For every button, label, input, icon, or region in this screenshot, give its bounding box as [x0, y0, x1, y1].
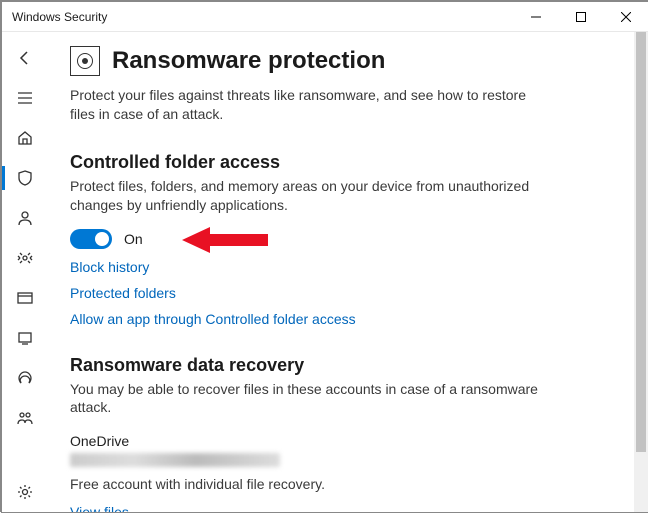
maximize-button[interactable] [558, 2, 603, 32]
protected-folders-link[interactable]: Protected folders [70, 285, 610, 301]
minimize-button[interactable] [513, 2, 558, 32]
cfa-heading: Controlled folder access [70, 152, 610, 173]
menu-button[interactable] [2, 78, 48, 118]
firewall-network-nav[interactable] [2, 238, 48, 278]
virus-protection-nav[interactable] [2, 158, 48, 198]
close-button[interactable] [603, 2, 648, 32]
recovery-account-redacted [70, 453, 280, 467]
recovery-provider-note: Free account with individual file recove… [70, 475, 550, 494]
recovery-description: You may be able to recover files in thes… [70, 380, 550, 418]
app-browser-control-nav[interactable] [2, 278, 48, 318]
sidebar [2, 32, 48, 512]
device-security-nav[interactable] [2, 318, 48, 358]
main-content: Ransomware protection Protect your files… [48, 32, 648, 512]
recovery-heading: Ransomware data recovery [70, 355, 610, 376]
account-protection-nav[interactable] [2, 198, 48, 238]
cfa-description: Protect files, folders, and memory areas… [70, 177, 550, 215]
block-history-link[interactable]: Block history [70, 259, 610, 275]
scrollbar[interactable] [634, 32, 648, 512]
back-button[interactable] [2, 38, 48, 78]
ransomware-icon [70, 46, 100, 76]
device-performance-nav[interactable] [2, 358, 48, 398]
cfa-toggle[interactable] [70, 229, 112, 249]
view-files-link[interactable]: View files [70, 504, 610, 512]
recovery-provider: OneDrive [70, 433, 610, 449]
family-options-nav[interactable] [2, 398, 48, 438]
annotation-arrow [180, 223, 270, 257]
settings-nav[interactable] [2, 472, 48, 512]
cfa-toggle-label: On [124, 231, 143, 247]
page-description: Protect your files against threats like … [70, 86, 550, 124]
home-nav[interactable] [2, 118, 48, 158]
window-title: Windows Security [12, 10, 513, 24]
titlebar: Windows Security [2, 2, 648, 32]
page-title: Ransomware protection [112, 47, 385, 75]
scrollbar-thumb[interactable] [636, 32, 646, 452]
allow-app-link[interactable]: Allow an app through Controlled folder a… [70, 311, 610, 327]
